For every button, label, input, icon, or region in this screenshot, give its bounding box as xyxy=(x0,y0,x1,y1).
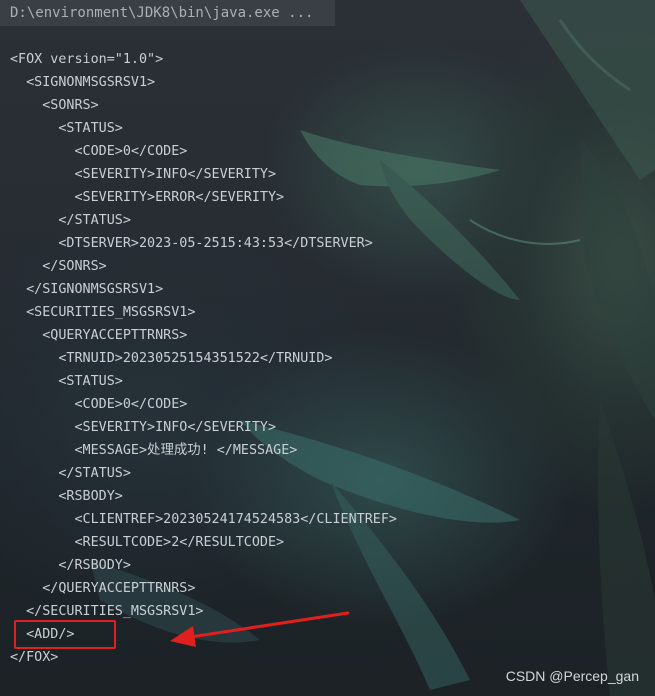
xml-line: <QUERYACCEPTTRNRS> xyxy=(10,328,188,343)
xml-line: <STATUS> xyxy=(10,121,123,136)
xml-line: </FOX> xyxy=(10,650,59,665)
xml-line: </SONRS> xyxy=(10,259,107,274)
xml-line: <SEVERITY>INFO</SEVERITY> xyxy=(10,167,277,182)
xml-line: <CLIENTREF>20230524174524583</CLIENTREF> xyxy=(10,512,397,527)
xml-line: <SECURITIES_MSGSRSV1> xyxy=(10,305,196,320)
xml-line: <CODE>0</CODE> xyxy=(10,397,188,412)
xml-line: <SEVERITY>ERROR</SEVERITY> xyxy=(10,190,285,205)
xml-line: </RSBODY> xyxy=(10,558,131,573)
xml-line: <DTSERVER>2023-05-2515:43:53</DTSERVER> xyxy=(10,236,373,251)
xml-line: <STATUS> xyxy=(10,374,123,389)
console-output: <FOX version="1.0"> <SIGNONMSGSRSV1> <SO… xyxy=(10,48,397,669)
xml-line: </QUERYACCEPTTRNRS> xyxy=(10,581,196,596)
xml-line: <SONRS> xyxy=(10,98,99,113)
run-config-title: D:\environment\JDK8\bin\java.exe ... xyxy=(0,0,335,26)
xml-line: </STATUS> xyxy=(10,213,131,228)
xml-line: <RSBODY> xyxy=(10,489,123,504)
watermark: CSDN @Percep_gan xyxy=(505,668,639,684)
xml-line: <SIGNONMSGSRSV1> xyxy=(10,75,156,90)
highlight-box xyxy=(14,620,116,649)
xml-line: <CODE>0</CODE> xyxy=(10,144,188,159)
xml-line: <TRNUID>20230525154351522</TRNUID> xyxy=(10,351,333,366)
xml-line: </STATUS> xyxy=(10,466,131,481)
xml-line: <MESSAGE>处理成功! </MESSAGE> xyxy=(10,443,298,458)
xml-line: </SIGNONMSGSRSV1> xyxy=(10,282,164,297)
xml-line: <RESULTCODE>2</RESULTCODE> xyxy=(10,535,285,550)
xml-line: <SEVERITY>INFO</SEVERITY> xyxy=(10,420,277,435)
xml-line: <FOX version="1.0"> xyxy=(10,52,164,67)
